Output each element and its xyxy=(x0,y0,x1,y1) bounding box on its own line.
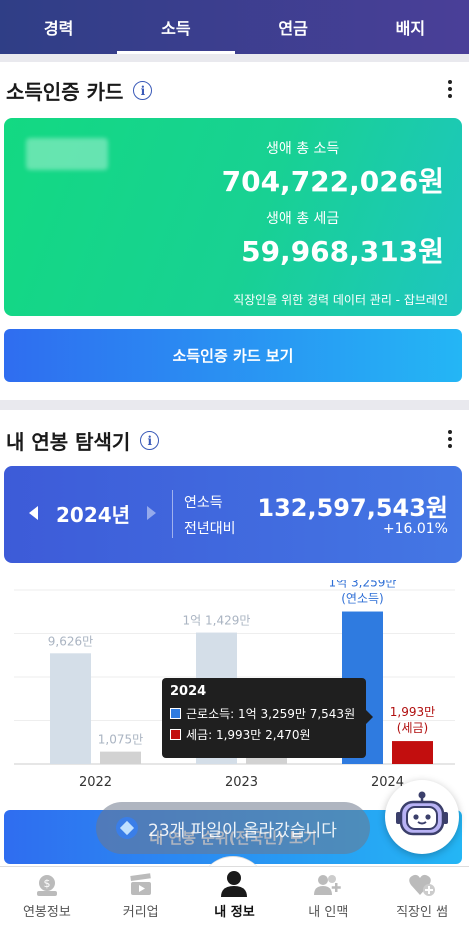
selected-year: 2024년 xyxy=(56,503,131,527)
card-footer: 직장인을 위한 경력 데이터 관리 - 잡브레인 xyxy=(233,293,448,307)
more-menu-icon[interactable] xyxy=(445,80,455,98)
tab-income[interactable]: 소득 xyxy=(117,0,235,54)
x-tick-label: 2023 xyxy=(225,775,258,790)
tax-data-label: 1,075만 xyxy=(98,733,143,747)
tab-career[interactable]: 경력 xyxy=(0,0,117,54)
income-cert-card[interactable]: 생애 총 소득 704,722,026원 생애 총 세금 59,968,313원… xyxy=(4,118,462,316)
yoy-change-value: +16.01% xyxy=(382,521,448,537)
clapperboard-icon xyxy=(129,873,151,895)
annual-income-label: 연소득 xyxy=(184,495,223,511)
income-swatch xyxy=(170,708,181,719)
people-add-icon xyxy=(314,875,342,895)
info-icon[interactable]: i xyxy=(133,81,153,100)
upload-icon xyxy=(116,817,138,839)
lifetime-income-value: 704,722,026원 xyxy=(221,165,444,198)
income-data-label: 1억 1,429만 xyxy=(183,614,251,628)
lifetime-tax-label: 생애 총 세금 xyxy=(266,211,340,227)
tab-pension[interactable]: 연금 xyxy=(235,0,352,54)
lifetime-income-label: 생애 총 소득 xyxy=(266,141,340,157)
income-data-label: 1억 3,259만 xyxy=(329,580,397,590)
x-tick-label: 2022 xyxy=(79,775,112,790)
nav-office-some[interactable]: 직장인 썸 xyxy=(375,867,469,928)
yoy-label: 전년대비 xyxy=(184,521,236,537)
nav-label: 직장인 썸 xyxy=(396,905,449,920)
annual-income-value: 132,597,543원 xyxy=(257,494,448,522)
bottom-nav: $ 연봉정보 커리업 내 정보 내 인맥 직장인 썸 xyxy=(0,866,469,928)
next-year-icon[interactable] xyxy=(147,506,156,520)
tooltip-title: 2024 xyxy=(170,684,207,699)
money-bag-icon: $ xyxy=(36,875,57,896)
chart-tooltip: 2024 근로소득: 1억 3,259만 7,543원 세금: 1,993만 2… xyxy=(162,678,373,758)
toast-text: 23개 파일이 올라갔습니다 xyxy=(148,820,337,841)
tooltip-income-text: 근로소득: 1억 3,259만 7,543원 xyxy=(186,707,356,721)
nav-my-network[interactable]: 내 인맥 xyxy=(281,867,375,928)
more-menu-icon[interactable] xyxy=(445,430,455,448)
heart-add-icon xyxy=(409,874,436,896)
upload-toast: 23개 파일이 올라갔습니다 xyxy=(96,802,370,854)
nav-label: 커리업 xyxy=(122,905,159,920)
income-cert-panel: 소득인증 카드 i 생애 총 소득 704,722,026원 생애 총 세금 5… xyxy=(0,62,469,400)
income-cert-title: 소득인증 카드 xyxy=(6,80,124,104)
blurred-name xyxy=(26,138,108,170)
prev-year-icon[interactable] xyxy=(29,506,38,520)
income-cert-title-row: 소득인증 카드 i xyxy=(6,76,153,105)
nav-label: 내 정보 xyxy=(214,905,255,920)
divider xyxy=(172,490,173,538)
nav-salary-info[interactable]: $ 연봉정보 xyxy=(0,867,94,928)
info-icon[interactable]: i xyxy=(140,431,160,450)
tooltip-row-tax: 세금: 1,993만 2,470원 xyxy=(170,726,358,743)
nav-careerup[interactable]: 커리업 xyxy=(94,867,188,928)
chatbot-robot-button[interactable] xyxy=(385,780,459,854)
salary-summary-card: 2024년 연소득 전년대비 132,597,543원 +16.01% xyxy=(4,466,462,563)
income-annotation: (연소득) xyxy=(341,592,383,606)
tooltip-row-income: 근로소득: 1억 3,259만 7,543원 xyxy=(170,705,358,722)
income-bar xyxy=(50,653,91,764)
tax-annotation: (세금) xyxy=(397,721,428,735)
robot-icon xyxy=(396,791,448,836)
tax-swatch xyxy=(170,729,181,740)
tab-badge[interactable]: 배지 xyxy=(352,0,469,54)
top-tabs: 경력 소득 연금 배지 xyxy=(0,0,469,54)
lifetime-tax-value: 59,968,313원 xyxy=(241,235,444,268)
svg-text:$: $ xyxy=(43,877,50,890)
salary-title-row: 내 연봉 탐색기 i xyxy=(6,426,160,455)
tax-bar xyxy=(392,741,433,764)
view-income-card-button[interactable]: 소득인증 카드 보기 xyxy=(4,329,462,382)
nav-label: 내 인맥 xyxy=(308,905,349,920)
nav-label: 연봉정보 xyxy=(22,905,71,920)
income-data-label: 9,626만 xyxy=(48,634,93,648)
salary-explorer-title: 내 연봉 탐색기 xyxy=(6,430,131,454)
tax-bar xyxy=(100,751,141,764)
person-icon xyxy=(221,871,248,897)
tooltip-tax-text: 세금: 1,993만 2,470원 xyxy=(186,728,311,742)
tax-data-label: 1,993만 xyxy=(390,705,435,719)
nav-my-info[interactable]: 내 정보 xyxy=(188,867,282,928)
